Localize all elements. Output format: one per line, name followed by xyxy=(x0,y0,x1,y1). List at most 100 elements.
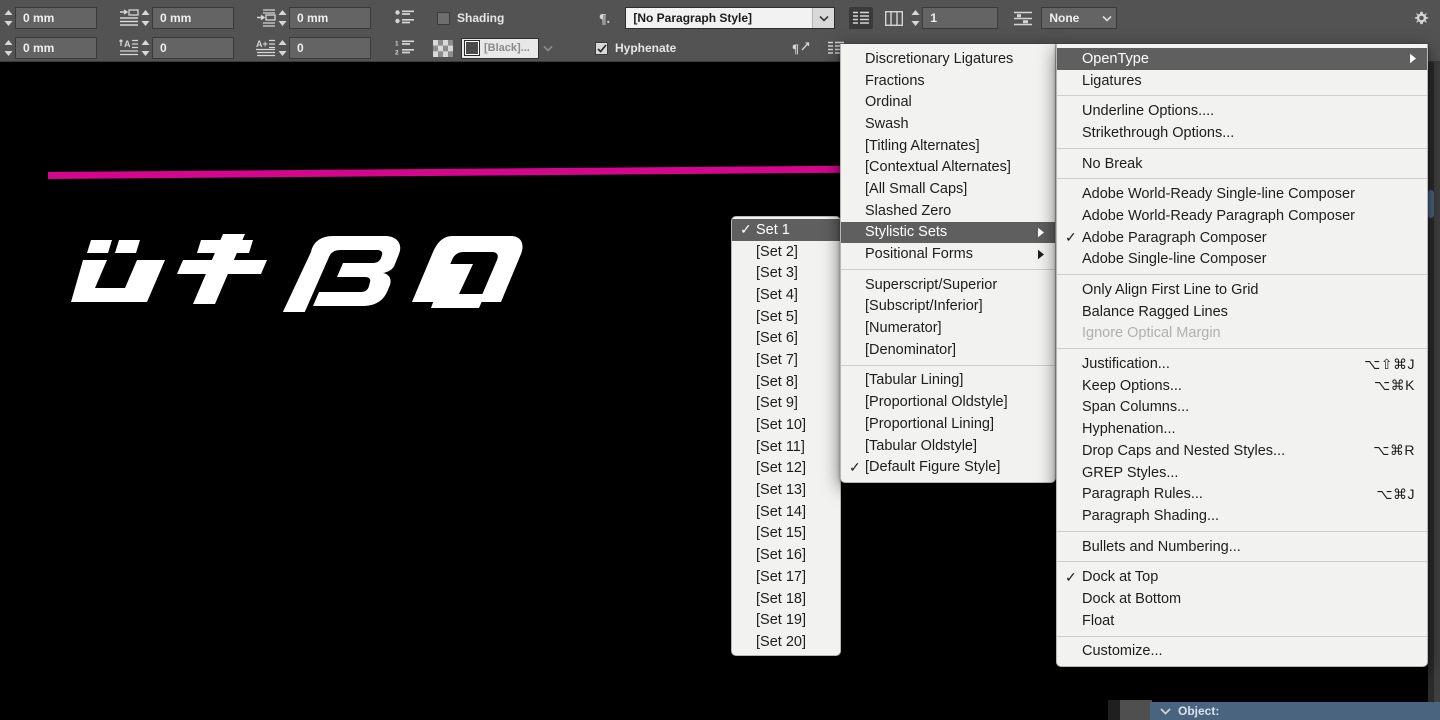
stylistic-set-set-15[interactable]: [Set 15] xyxy=(732,523,840,545)
panel-scroll-nub[interactable] xyxy=(1428,190,1434,218)
shading-checkbox[interactable] xyxy=(437,11,450,25)
paragraph-menu-item-ligatures[interactable]: Ligatures xyxy=(1057,70,1427,92)
paragraph-menu-item-strikethrough-options[interactable]: Strikethrough Options... xyxy=(1057,122,1427,144)
menu-item-label: Dock at Top xyxy=(1082,569,1159,586)
drop-cap-lines-stepper[interactable] xyxy=(139,36,152,60)
grid-select[interactable]: None xyxy=(1041,7,1118,29)
opentype-item-tabular-oldstyle[interactable]: [Tabular Oldstyle] xyxy=(841,435,1055,457)
shading-color-dropdown-arrow[interactable] xyxy=(539,38,556,59)
left-indent-stepper[interactable] xyxy=(2,6,15,30)
stylistic-set-set-11[interactable]: [Set 11] xyxy=(732,436,840,458)
paragraph-menu-item-adobe-single-line-composer[interactable]: Adobe Single-line Composer xyxy=(1057,249,1427,271)
opentype-item-superscript-superior[interactable]: Superscript/Superior xyxy=(841,274,1055,296)
paragraph-menu-item-only-align-first-line-to-grid[interactable]: Only Align First Line to Grid xyxy=(1057,279,1427,301)
paragraph-menu-item-dock-at-bottom[interactable]: Dock at Bottom xyxy=(1057,588,1427,610)
stylistic-set-set-14[interactable]: [Set 14] xyxy=(732,501,840,523)
paragraph-menu-item-customize[interactable]: Customize... xyxy=(1057,641,1427,663)
stylistic-set-set-2[interactable]: [Set 2] xyxy=(732,241,840,263)
opentype-submenu[interactable]: Discretionary Ligatures Fractions Ordinal S… xyxy=(840,44,1056,484)
stylistic-sets-submenu[interactable]: ✓ Set 1 [Set 2] [Set 3] [Set 4] [Set 5] [Set 6… xyxy=(731,216,841,656)
left-indent-input[interactable]: 0 mm xyxy=(15,7,97,29)
paragraph-menu-item-bullets-and-numbering[interactable]: Bullets and Numbering... xyxy=(1057,536,1427,558)
first-line-indent-stepper[interactable] xyxy=(139,6,152,30)
shading-color-select[interactable]: [Black]... xyxy=(461,37,539,59)
right-indent-stepper[interactable] xyxy=(276,6,289,30)
stylistic-set-set-6[interactable]: [Set 6] xyxy=(732,327,840,349)
paragraph-menu-item-no-break[interactable]: No Break xyxy=(1057,153,1427,175)
stylistic-set-set-7[interactable]: [Set 7] xyxy=(732,349,840,371)
paragraph-menu-item-float[interactable]: Float xyxy=(1057,610,1427,632)
opentype-item-numerator[interactable]: [Numerator] xyxy=(841,317,1055,339)
swatch-grid-icon[interactable] xyxy=(433,39,453,57)
paragraph-menu-item-balance-ragged-lines[interactable]: Balance Ragged Lines xyxy=(1057,301,1427,323)
paragraph-menu-item-paragraph-shading[interactable]: Paragraph Shading... xyxy=(1057,505,1427,527)
paragraph-menu-item-grep-styles[interactable]: GREP Styles... xyxy=(1057,462,1427,484)
stylistic-set-set-1[interactable]: ✓ Set 1 xyxy=(732,219,840,241)
drop-cap-chars-stepper[interactable] xyxy=(276,36,289,60)
stylistic-set-set-12[interactable]: [Set 12] xyxy=(732,458,840,480)
paragraph-menu-item-span-columns[interactable]: Span Columns... xyxy=(1057,397,1427,419)
opentype-item-stylistic-sets[interactable]: Stylistic Sets xyxy=(841,221,1055,244)
opentype-item-proportional-lining[interactable]: [Proportional Lining] xyxy=(841,413,1055,435)
gear-icon[interactable] xyxy=(1414,11,1429,26)
paragraph-menu-item-adobe-world-ready-single-line-composer[interactable]: Adobe World-Ready Single-line Composer xyxy=(1057,183,1427,205)
align-justify-button[interactable] xyxy=(849,7,874,29)
paragraph-menu-item-adobe-paragraph-composer[interactable]: ✓ Adobe Paragraph Composer xyxy=(1057,227,1427,249)
opentype-item-denominator[interactable]: [Denominator] xyxy=(841,339,1055,361)
stylistic-set-set-20[interactable]: [Set 20] xyxy=(732,631,840,653)
opentype-item-fractions[interactable]: Fractions xyxy=(841,70,1055,92)
opentype-item-proportional-oldstyle[interactable]: [Proportional Oldstyle] xyxy=(841,391,1055,413)
columns-icon[interactable] xyxy=(885,10,904,26)
drop-cap-lines-input[interactable]: 0 xyxy=(152,37,234,59)
stylistic-set-set-3[interactable]: [Set 3] xyxy=(732,262,840,284)
opentype-item-ordinal[interactable]: Ordinal xyxy=(841,91,1055,113)
object-panel-header[interactable]: Object: xyxy=(1150,702,1440,720)
paragraph-menu-item-dock-at-top[interactable]: ✓ Dock at Top xyxy=(1057,566,1427,588)
stylistic-set-set-10[interactable]: [Set 10] xyxy=(732,414,840,436)
paragraph-menu-item-drop-caps-and-nested-styles[interactable]: Drop Caps and Nested Styles... ⌥⌘R xyxy=(1057,440,1427,462)
drop-cap-chars-input[interactable]: 0 xyxy=(289,37,371,59)
opentype-item-contextual-alternates[interactable]: [Contextual Alternates] xyxy=(841,156,1055,178)
paragraph-composer-icon[interactable]: ¶ xyxy=(792,40,810,56)
checkmark-icon: ✓ xyxy=(1065,229,1077,246)
columns-input[interactable]: 1 xyxy=(922,7,999,29)
paragraph-menu-item-adobe-world-ready-paragraph-composer[interactable]: Adobe World-Ready Paragraph Composer xyxy=(1057,205,1427,227)
paragraph-style-select[interactable]: [No Paragraph Style] xyxy=(625,7,836,29)
paragraph-menu-item-keep-options[interactable]: Keep Options... ⌥⌘K xyxy=(1057,375,1427,397)
paragraph-menu-item-underline-options[interactable]: Underline Options.... xyxy=(1057,100,1427,122)
opentype-item-default-figure-style[interactable]: ✓ [Default Figure Style] xyxy=(841,456,1055,478)
opentype-item-positional-forms[interactable]: Positional Forms xyxy=(841,243,1055,265)
hyphenate-checkbox[interactable] xyxy=(595,41,608,55)
numbered-list-icon[interactable]: 1 2 xyxy=(395,40,415,56)
right-indent-input[interactable]: 0 mm xyxy=(289,7,371,29)
paragraph-menu-item-paragraph-rules[interactable]: Paragraph Rules... ⌥⌘J xyxy=(1057,483,1427,505)
opentype-item-subscript-inferior[interactable]: [Subscript/Inferior] xyxy=(841,296,1055,318)
stylistic-set-set-17[interactable]: [Set 17] xyxy=(732,566,840,588)
paragraph-panel-menu[interactable]: OpenType Ligatures Underline Options.... St… xyxy=(1056,44,1428,668)
opentype-item-titling-alternates[interactable]: [Titling Alternates] xyxy=(841,135,1055,157)
opentype-item-slashed-zero[interactable]: Slashed Zero xyxy=(841,200,1055,222)
opentype-item-discretionary-ligatures[interactable]: Discretionary Ligatures xyxy=(841,48,1055,70)
space-before-input[interactable]: 0 mm xyxy=(15,37,97,59)
stylistic-set-set-9[interactable]: [Set 9] xyxy=(732,393,840,415)
stylistic-set-set-4[interactable]: [Set 4] xyxy=(732,284,840,306)
opentype-item-swash[interactable]: Swash xyxy=(841,113,1055,135)
first-line-indent-input[interactable]: 0 mm xyxy=(152,7,234,29)
paragraph-menu-item-hyphenation[interactable]: Hyphenation... xyxy=(1057,418,1427,440)
space-before-stepper[interactable] xyxy=(2,36,15,60)
menu-item-label: Discretionary Ligatures xyxy=(865,50,1014,67)
paragraph-menu-item-opentype[interactable]: OpenType xyxy=(1057,48,1427,70)
bulleted-list-icon[interactable] xyxy=(395,10,415,26)
application-window: Object: 0 mm 0 mm 0 mm Shading ¶. [No Pa… xyxy=(0,0,1440,720)
stylistic-set-set-8[interactable]: [Set 8] xyxy=(732,371,840,393)
stylistic-set-set-13[interactable]: [Set 13] xyxy=(732,479,840,501)
opentype-item-tabular-lining[interactable]: [Tabular Lining] xyxy=(841,370,1055,392)
stylistic-set-set-16[interactable]: [Set 16] xyxy=(732,544,840,566)
paragraph-menu-item-justification[interactable]: Justification... ⌥⇧⌘J xyxy=(1057,353,1427,375)
columns-stepper[interactable] xyxy=(909,6,922,30)
menu-item-label: Adobe World-Ready Single-line Composer xyxy=(1082,186,1355,203)
stylistic-set-set-5[interactable]: [Set 5] xyxy=(732,306,840,328)
opentype-item-all-small-caps[interactable]: [All Small Caps] xyxy=(841,178,1055,200)
stylistic-set-set-18[interactable]: [Set 18] xyxy=(732,588,840,610)
stylistic-set-set-19[interactable]: [Set 19] xyxy=(732,609,840,631)
